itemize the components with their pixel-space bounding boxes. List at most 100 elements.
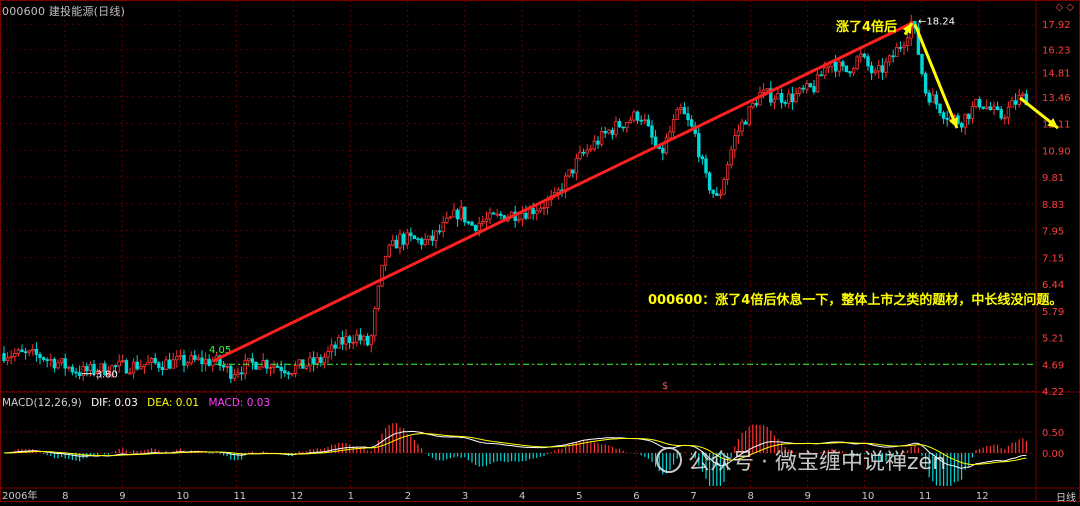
candle-body	[801, 87, 805, 90]
candle-body	[236, 372, 240, 376]
candle-body	[607, 129, 611, 134]
candle-body	[783, 101, 787, 104]
candle-body	[725, 164, 730, 180]
candle-body	[67, 366, 71, 369]
candle-body	[1013, 100, 1018, 105]
candle-body	[974, 99, 978, 107]
candle-body	[175, 356, 179, 361]
wechat-icon	[656, 447, 682, 473]
candle-body	[380, 264, 384, 287]
window-controls-icon[interactable]: ◇ ◇	[1055, 2, 1074, 13]
candle-body	[491, 212, 496, 215]
candle-body	[992, 106, 996, 111]
candle-body	[189, 355, 193, 364]
candle-body	[603, 130, 607, 134]
candle-body	[311, 357, 316, 365]
candle-body	[805, 83, 809, 90]
candle-body	[499, 213, 503, 217]
candle-body	[437, 230, 442, 233]
y-tick-label: 8.83	[1042, 200, 1064, 211]
candle-body	[920, 53, 924, 75]
dea-label: DEA: 0.01	[147, 397, 200, 409]
candle-body	[880, 65, 885, 73]
candle-body	[20, 349, 24, 353]
macd-tick-label: 0.50	[1042, 428, 1064, 439]
candle-body	[207, 358, 211, 366]
candle-body	[160, 367, 165, 371]
drop-arrow	[913, 23, 959, 129]
candle-body	[221, 365, 226, 368]
candle-body	[401, 233, 406, 245]
y-tick-label: 16.23	[1042, 45, 1071, 56]
candle-body	[639, 119, 643, 122]
candle-body	[884, 61, 888, 73]
candle-body	[455, 209, 460, 220]
candle-body	[934, 94, 939, 105]
candle-body	[448, 216, 453, 219]
candle-body	[247, 358, 251, 361]
candle-body	[707, 172, 712, 191]
x-tick-label: 4	[519, 491, 525, 502]
candle-body	[797, 87, 802, 94]
candle-body	[578, 151, 582, 159]
candle-body	[729, 149, 733, 166]
candle-body	[761, 89, 766, 93]
candle-body	[1003, 117, 1007, 120]
candle-body	[596, 140, 600, 145]
candle-body	[344, 336, 348, 345]
candle-body	[232, 374, 237, 379]
candle-body	[373, 308, 377, 337]
candle-body	[851, 68, 856, 74]
candle-body	[70, 366, 75, 373]
candle-body	[837, 61, 841, 72]
candle-body	[887, 55, 892, 63]
candle-body	[567, 169, 571, 177]
candle-body	[794, 93, 798, 103]
candle-body	[52, 358, 57, 369]
candle-body	[239, 372, 244, 375]
macd-tick-label: 0.00	[1042, 449, 1064, 460]
candle-body	[718, 193, 723, 196]
candle-body	[614, 121, 618, 135]
y-tick-label: 13.46	[1042, 93, 1071, 104]
candle-body	[56, 362, 60, 369]
candle-body	[736, 130, 741, 137]
x-tick-label: 10	[862, 491, 875, 502]
candle-body	[866, 56, 870, 67]
candle-body	[776, 93, 780, 100]
candle-body	[229, 365, 233, 379]
candle-body	[715, 193, 719, 196]
candle-body	[473, 224, 478, 231]
candle-body	[585, 149, 589, 154]
candle-body	[877, 65, 881, 72]
watermark: 公众号 · 微宝缠中说禅zen	[656, 444, 946, 476]
candle-body	[679, 107, 683, 110]
candle-body	[689, 119, 694, 127]
candle-body	[398, 233, 402, 249]
high-price-label: ←18.24	[918, 17, 955, 28]
candle-body	[394, 239, 399, 249]
y-tick-label: 7.95	[1042, 226, 1064, 237]
candle-body	[193, 355, 197, 360]
candle-body	[337, 337, 341, 349]
candle-body	[581, 151, 586, 154]
outer-frame	[0, 0, 1080, 502]
candle-body	[488, 212, 492, 220]
x-tick-label: 9	[119, 491, 125, 502]
candle-body	[823, 67, 827, 76]
candle-body	[203, 358, 208, 365]
candle-body	[484, 218, 489, 222]
candle-body	[981, 106, 985, 109]
candle-body	[283, 370, 287, 374]
candle-body	[790, 93, 795, 103]
candle-body	[704, 158, 708, 174]
candle-body	[754, 102, 759, 106]
y-tick-label: 9.81	[1042, 173, 1064, 184]
candle-body	[542, 207, 546, 209]
x-tick-label: 8	[747, 491, 753, 502]
candle-body	[592, 140, 597, 150]
candle-body	[477, 222, 481, 231]
candle-body	[16, 349, 21, 354]
x-tick-label: 5	[576, 491, 582, 502]
y-tick-label: 4.69	[1042, 360, 1064, 371]
